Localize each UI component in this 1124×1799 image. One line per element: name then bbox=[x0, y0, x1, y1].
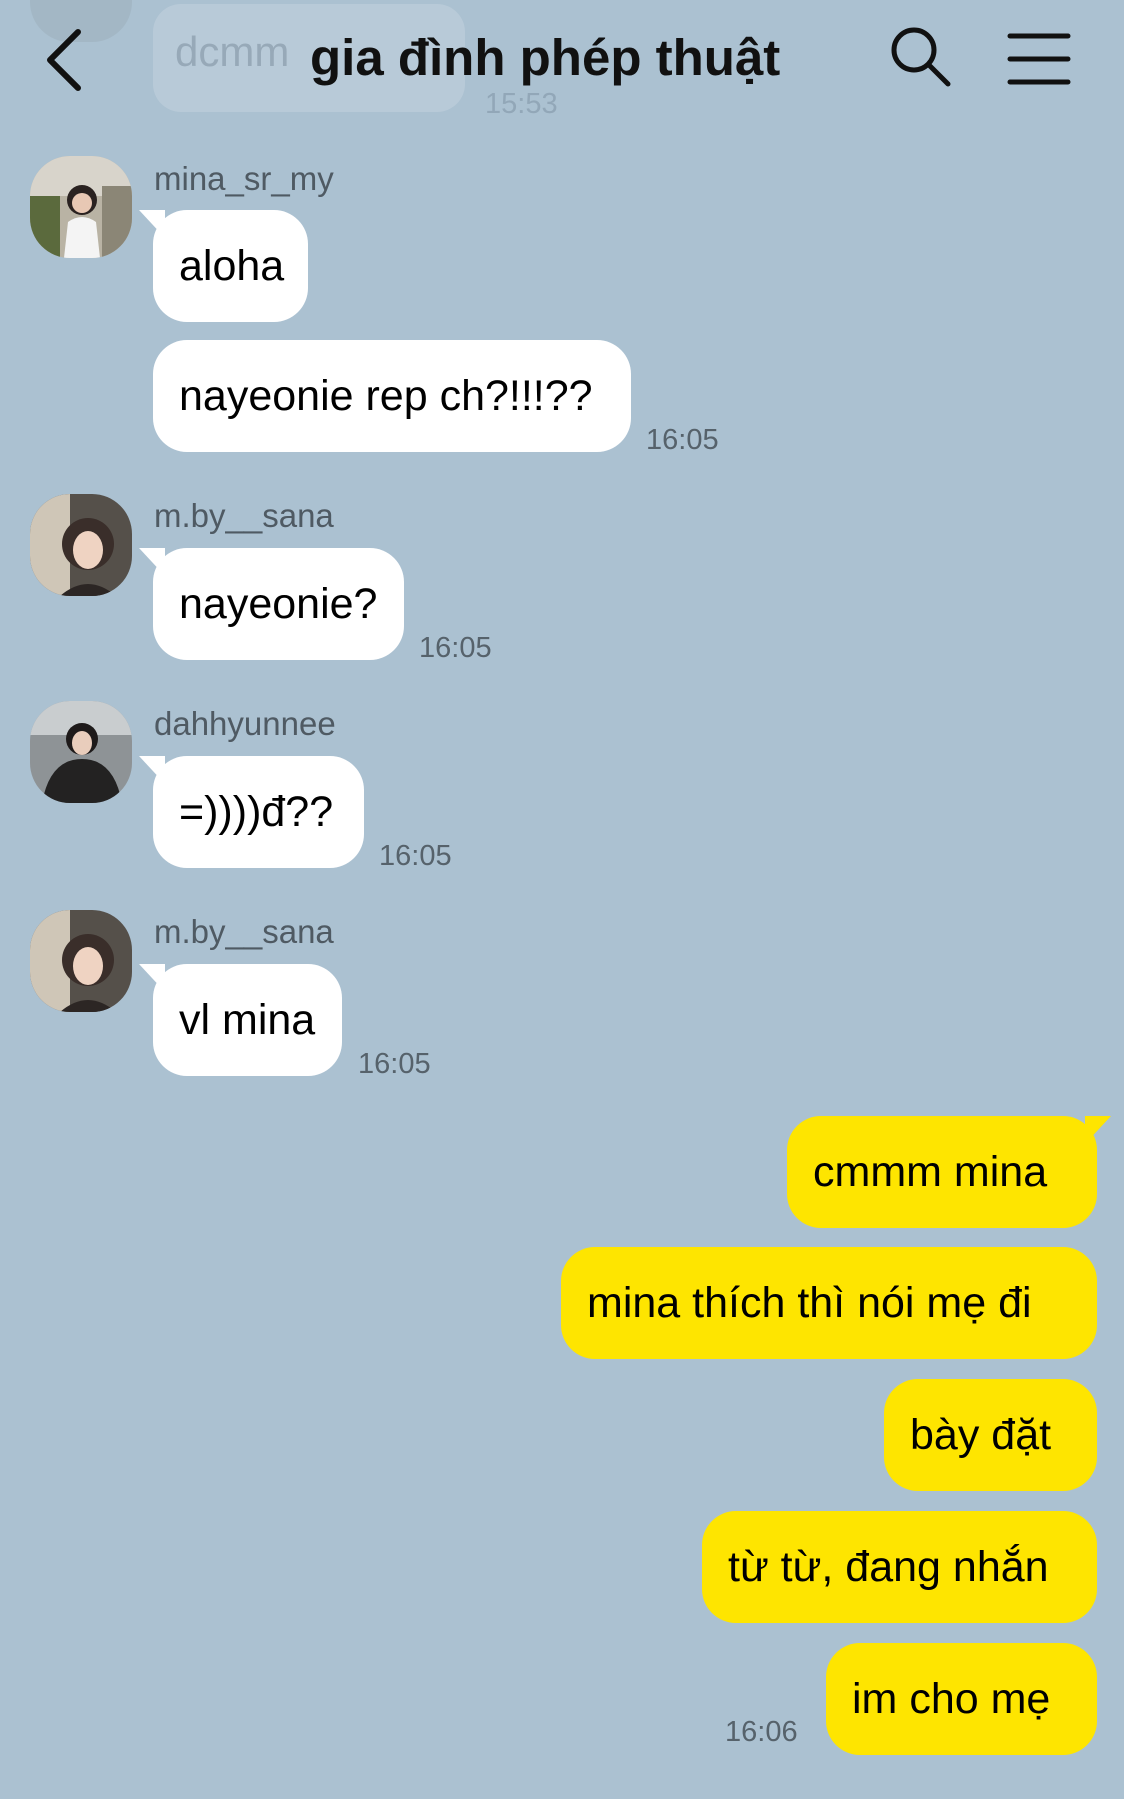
my-message-bubble[interactable]: từ từ, đang nhắn bbox=[702, 1511, 1097, 1623]
sender-name: dahhyunnee bbox=[154, 705, 336, 742]
my-message-bubble[interactable]: bày đặt bbox=[884, 1379, 1097, 1491]
my-message-bubble[interactable]: cmmm mina bbox=[787, 1116, 1111, 1228]
message-bubble[interactable]: aloha bbox=[139, 210, 308, 322]
message-text: nayeonie? bbox=[179, 580, 378, 628]
back-button[interactable] bbox=[40, 24, 90, 96]
chat-title: gia đình phép thuật bbox=[310, 29, 781, 86]
message-text: vl mina bbox=[179, 996, 316, 1044]
sender-name: mina_sr_my bbox=[154, 160, 334, 197]
message-bubble[interactable]: nayeonie rep ch?!!!?? bbox=[153, 340, 631, 452]
avatar-sana[interactable] bbox=[30, 910, 132, 1012]
sender-name: m.by__sana bbox=[154, 497, 334, 534]
message-text: im cho mẹ bbox=[852, 1675, 1051, 1723]
message-text: bày đặt bbox=[910, 1411, 1052, 1459]
message-text: cmmm mina bbox=[813, 1148, 1048, 1196]
chevron-left-icon bbox=[47, 29, 81, 91]
avatar-dahhyun[interactable] bbox=[30, 701, 132, 803]
message-bubble[interactable]: =))))đ?? bbox=[139, 756, 364, 868]
my-message-bubble[interactable]: im cho mẹ bbox=[826, 1643, 1097, 1755]
message-text: từ từ, đang nhắn bbox=[728, 1543, 1049, 1591]
message-bubble[interactable]: nayeonie? bbox=[139, 548, 404, 660]
previous-message-text: dcmm bbox=[175, 28, 290, 75]
previous-message-time: 15:53 bbox=[485, 88, 558, 120]
sender-name: m.by__sana bbox=[154, 913, 334, 950]
message-text: mina thích thì nói mẹ đi bbox=[587, 1279, 1032, 1327]
message-time: 16:05 bbox=[358, 1048, 431, 1080]
message-text: nayeonie rep ch?!!!?? bbox=[179, 372, 593, 420]
message-bubble[interactable]: vl mina bbox=[139, 964, 342, 1076]
search-icon bbox=[891, 27, 951, 87]
search-button[interactable] bbox=[888, 24, 954, 90]
avatar-sana[interactable] bbox=[30, 494, 132, 596]
message-time: 16:06 bbox=[725, 1716, 798, 1748]
message-text: =))))đ?? bbox=[179, 788, 334, 836]
message-time: 16:05 bbox=[379, 840, 452, 872]
message-text: aloha bbox=[179, 242, 285, 290]
hamburger-menu-icon bbox=[1007, 33, 1071, 85]
menu-button[interactable] bbox=[1006, 28, 1072, 90]
avatar-mina[interactable] bbox=[30, 156, 132, 258]
message-time: 16:05 bbox=[419, 632, 492, 664]
my-message-bubble[interactable]: mina thích thì nói mẹ đi bbox=[561, 1247, 1097, 1359]
message-time: 16:05 bbox=[646, 424, 719, 456]
